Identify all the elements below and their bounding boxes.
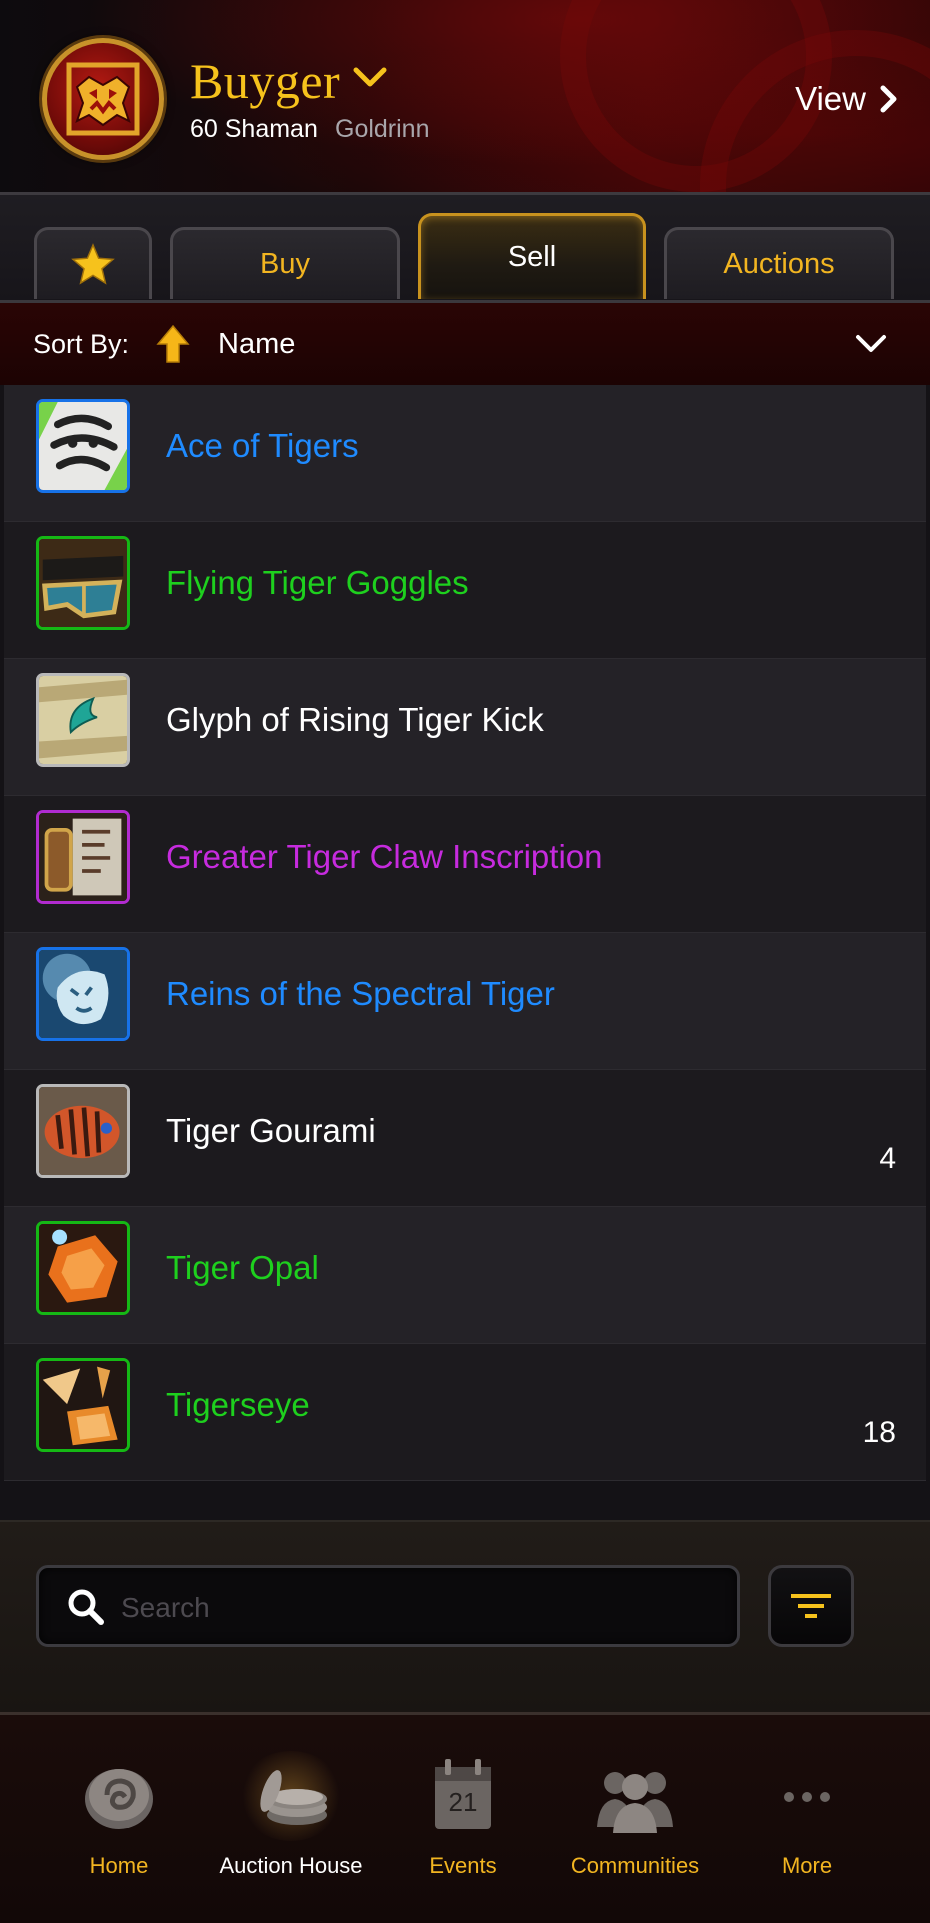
- character-realm: Goldrinn: [335, 115, 430, 143]
- list-item[interactable]: Tiger Opal: [4, 1207, 926, 1344]
- horde-crest-icon[interactable]: [42, 38, 164, 160]
- tab-auctions[interactable]: Auctions: [664, 227, 894, 299]
- item-list: Ace of Tigers Flying Tiger Goggles Glyph…: [4, 385, 926, 1481]
- list-item[interactable]: Glyph of Rising Tiger Kick: [4, 659, 926, 796]
- chevron-right-icon: [880, 85, 897, 113]
- tab-sell[interactable]: Sell: [418, 213, 646, 299]
- list-item[interactable]: Flying Tiger Goggles: [4, 522, 926, 659]
- list-item[interactable]: Greater Tiger Claw Inscription: [4, 796, 926, 933]
- list-item[interactable]: Ace of Tigers: [4, 385, 926, 522]
- nav-more[interactable]: More: [722, 1757, 892, 1907]
- star-icon: [71, 242, 115, 285]
- view-character-button[interactable]: View: [795, 80, 900, 118]
- search-area: [0, 1520, 930, 1712]
- item-name: Greater Tiger Claw Inscription: [166, 838, 603, 875]
- nav-more-label: More: [781, 1853, 833, 1878]
- nav-auction-house[interactable]: Auction House: [206, 1751, 376, 1907]
- coins-icon: [260, 1770, 327, 1825]
- filter-button[interactable]: [768, 1565, 854, 1647]
- spectral-tiger-icon: [36, 947, 130, 1041]
- search-input[interactable]: [119, 1582, 723, 1634]
- item-quantity: 4: [879, 1142, 896, 1175]
- tab-buy-label: Buy: [260, 248, 310, 280]
- chevron-down-icon[interactable]: [352, 62, 388, 92]
- arrow-up-icon[interactable]: [156, 324, 190, 364]
- nav-home-label: Home: [89, 1853, 149, 1878]
- tab-favorites[interactable]: [34, 227, 152, 299]
- calendar-day: 21: [448, 1787, 478, 1817]
- tab-buy[interactable]: Buy: [170, 227, 400, 299]
- chevron-down-icon[interactable]: [854, 331, 888, 357]
- inscription-scroll-icon: [36, 810, 130, 904]
- item-quantity: 18: [862, 1416, 896, 1449]
- fish-icon: [36, 1084, 130, 1178]
- search-box[interactable]: [36, 1565, 740, 1647]
- tigerseye-gem-icon: [36, 1358, 130, 1452]
- calendar-icon: 21: [421, 1757, 505, 1835]
- nav-events[interactable]: 21 Events: [378, 1757, 548, 1907]
- sort-value: Name: [218, 327, 296, 360]
- filter-icon: [791, 1594, 831, 1618]
- tab-sell-label: Sell: [507, 241, 557, 273]
- nav-auction-house-label: Auction House: [219, 1853, 363, 1878]
- bottom-navigation: Home Auction House 21 Events Communities…: [0, 1712, 930, 1923]
- item-name: Flying Tiger Goggles: [166, 564, 469, 601]
- item-name: Tiger Gourami: [166, 1112, 376, 1149]
- hearthstone-icon: [85, 1769, 153, 1829]
- item-name: Tiger Opal: [166, 1249, 319, 1286]
- goggles-icon: [36, 536, 130, 630]
- nav-communities[interactable]: Communities: [550, 1757, 720, 1907]
- card-icon: [36, 399, 130, 493]
- sort-label: Sort By:: [33, 328, 130, 359]
- nav-events-label: Events: [429, 1853, 497, 1878]
- item-name: Reins of the Spectral Tiger: [166, 975, 555, 1012]
- nav-home[interactable]: Home: [34, 1757, 204, 1907]
- opal-gem-icon: [36, 1221, 130, 1315]
- people-icon: [597, 1772, 673, 1833]
- view-label: View: [795, 80, 866, 117]
- character-header: Buyger 60 Shaman Goldrinn View: [0, 0, 930, 195]
- list-item[interactable]: Reins of the Spectral Tiger: [4, 933, 926, 1070]
- glyph-scroll-icon: [36, 673, 130, 767]
- list-item[interactable]: Tiger Gourami 4: [4, 1070, 926, 1207]
- more-dots-icon: [784, 1792, 830, 1802]
- auction-tabs: Buy Sell Auctions: [0, 195, 930, 303]
- item-name: Tigerseye: [166, 1386, 310, 1423]
- nav-communities-label: Communities: [570, 1853, 700, 1878]
- character-level-class: 60 Shaman: [190, 115, 318, 143]
- search-icon: [68, 1589, 104, 1625]
- tab-auctions-label: Auctions: [723, 248, 835, 280]
- sort-bar[interactable]: Sort By: Name: [0, 303, 930, 385]
- list-item[interactable]: Tigerseye 18: [4, 1344, 926, 1481]
- character-name[interactable]: Buyger: [190, 52, 340, 110]
- item-name: Ace of Tigers: [166, 427, 359, 464]
- item-name: Glyph of Rising Tiger Kick: [166, 701, 544, 738]
